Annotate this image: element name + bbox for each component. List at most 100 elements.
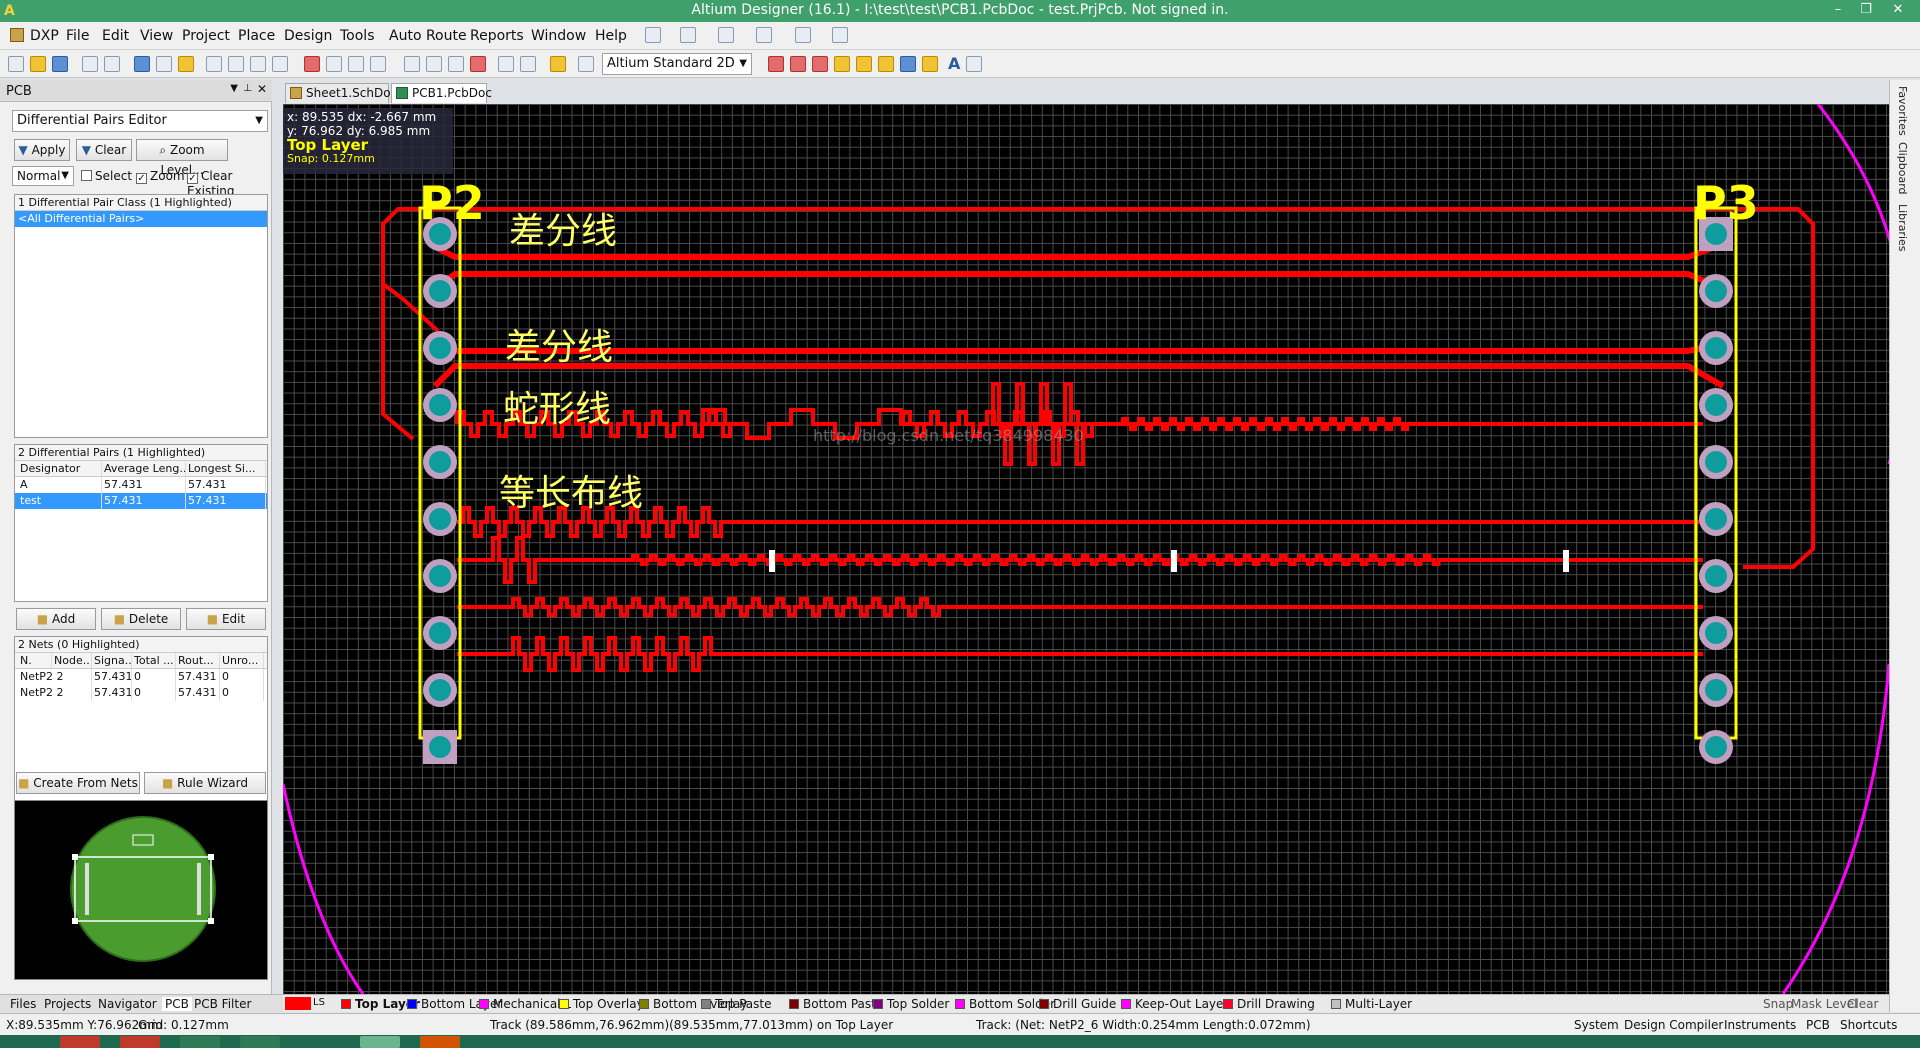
pcb-button[interactable]: PCB xyxy=(1806,1018,1830,1032)
layer-tab[interactable]: Multi-Layer xyxy=(1331,997,1412,1011)
measure-tool-icon[interactable] xyxy=(756,27,772,43)
menu-help[interactable]: Help xyxy=(595,28,627,44)
select-checkbox[interactable]: Select xyxy=(81,169,132,183)
column-header[interactable]: Designator xyxy=(18,461,102,476)
zoom-area-icon[interactable] xyxy=(228,56,244,72)
text-icon[interactable]: A xyxy=(948,54,960,73)
grid-tool-icon[interactable] xyxy=(832,27,848,43)
layer-tab[interactable]: Drill Drawing xyxy=(1223,997,1315,1011)
menu-reports[interactable]: Reports xyxy=(470,28,524,44)
zoom-previous-icon[interactable] xyxy=(272,56,288,72)
tab-clipboard[interactable]: Clipboard xyxy=(1896,142,1909,195)
layer-tab[interactable]: Bottom Paste xyxy=(789,997,883,1011)
zoom-checkbox[interactable]: ✓ Zoom xyxy=(136,169,185,184)
panel-close-icon[interactable]: ✕ xyxy=(257,82,267,96)
component-icon[interactable] xyxy=(966,56,982,72)
panel-tab-pcb-filter[interactable]: PCB Filter xyxy=(194,997,251,1011)
tab-pcb1[interactable]: PCB1.PcbDoc xyxy=(391,83,492,103)
design-compiler-button[interactable]: Design Compiler xyxy=(1624,1018,1723,1032)
route-tool-icon[interactable] xyxy=(645,27,661,43)
layer-tab[interactable]: Top Overlay xyxy=(559,997,644,1011)
menu-file[interactable]: File xyxy=(66,28,89,44)
rule-wizard-button[interactable]: ■ Rule Wizard xyxy=(144,772,266,794)
pcb-canvas[interactable]: x: 89.535 dx: -2.667 mm y: 76.962 dy: 6.… xyxy=(283,104,1889,994)
tab-sheet1[interactable]: Sheet1.SchDoc xyxy=(285,83,397,103)
polygon-icon[interactable] xyxy=(922,56,938,72)
edit-button[interactable]: ■ Edit xyxy=(186,608,266,630)
selection-handle[interactable] xyxy=(1171,550,1177,572)
table-row[interactable]: test 57.431 57.431 xyxy=(15,493,267,509)
layer-tab[interactable]: Keep-Out Layer xyxy=(1121,997,1228,1011)
multi-route-icon[interactable] xyxy=(812,56,828,72)
filter-mode-select[interactable]: Normal ▼ xyxy=(12,166,74,186)
layer-bar-clear-button[interactable]: Clear xyxy=(1847,997,1878,1011)
column-header[interactable]: Average Leng... xyxy=(102,461,186,476)
taskbar-app-icon[interactable] xyxy=(420,1036,460,1048)
create-from-nets-button[interactable]: ■ Create From Nets xyxy=(16,772,140,794)
current-layer-swatch[interactable] xyxy=(285,997,311,1010)
shortcuts-button[interactable]: Shortcuts xyxy=(1840,1018,1897,1032)
column-header[interactable]: Longest Si... xyxy=(186,461,266,476)
table-row[interactable]: A 57.431 57.431 xyxy=(15,477,267,493)
panel-tab-files[interactable]: Files xyxy=(10,997,36,1011)
zoom-level-button[interactable]: ⌕ Zoom Level... xyxy=(136,139,228,177)
layer-set-label[interactable]: LS xyxy=(313,997,325,1008)
zoom-select-icon[interactable] xyxy=(250,56,266,72)
column-header[interactable]: Rout... xyxy=(176,653,220,668)
delete-button[interactable]: ■ Delete xyxy=(101,608,181,630)
add-button[interactable]: ■ Add xyxy=(16,608,96,630)
align-tool-icon[interactable] xyxy=(680,27,696,43)
tab-libraries[interactable]: Libraries xyxy=(1896,204,1909,252)
board-minimap[interactable] xyxy=(14,800,268,980)
undo-icon[interactable] xyxy=(498,56,514,72)
arc-icon[interactable] xyxy=(878,56,894,72)
column-header[interactable]: Total ... xyxy=(132,653,176,668)
cut-icon[interactable] xyxy=(304,56,320,72)
panel-mode-select[interactable]: Differential Pairs Editor ▼ xyxy=(12,110,268,132)
column-header[interactable]: Node... xyxy=(52,653,92,668)
taskbar-app-icon[interactable] xyxy=(180,1036,220,1048)
clear-button[interactable]: ▼ Clear xyxy=(76,139,132,161)
taskbar-app-icon[interactable] xyxy=(60,1036,100,1048)
layer-tab[interactable]: Top Solder xyxy=(873,997,949,1011)
highlight-icon[interactable] xyxy=(550,56,566,72)
menu-place[interactable]: Place xyxy=(238,28,275,44)
room-tool-icon[interactable] xyxy=(795,27,811,43)
instruments-button[interactable]: Instruments xyxy=(1724,1018,1796,1032)
menu-window[interactable]: Window xyxy=(531,28,586,44)
print-icon[interactable] xyxy=(82,56,98,72)
menu-design[interactable]: Design xyxy=(284,28,332,44)
3d-view-icon[interactable] xyxy=(134,56,150,72)
redo-icon[interactable] xyxy=(520,56,536,72)
copy-icon[interactable] xyxy=(326,56,342,72)
tab-favorites[interactable]: Favorites xyxy=(1896,86,1909,136)
move-icon[interactable] xyxy=(426,56,442,72)
menu-project[interactable]: Project xyxy=(182,28,230,44)
view-mode-select[interactable]: Altium Standard 2D ▼ xyxy=(602,53,752,75)
rubber-stamp-icon[interactable] xyxy=(370,56,386,72)
diff-pair-route-icon[interactable] xyxy=(790,56,806,72)
clear-filter-icon[interactable] xyxy=(470,56,486,72)
menu-edit[interactable]: Edit xyxy=(102,28,129,44)
apply-button[interactable]: ▼ Apply xyxy=(14,139,70,161)
selection-handle[interactable] xyxy=(1563,550,1569,572)
panel-tab-pcb[interactable]: PCB xyxy=(162,997,192,1011)
menu-view[interactable]: View xyxy=(140,28,173,44)
save-icon[interactable] xyxy=(52,56,68,72)
taskbar-app-icon[interactable] xyxy=(360,1036,400,1048)
select-area-icon[interactable] xyxy=(404,56,420,72)
menu-dxp[interactable]: DXP xyxy=(30,28,59,44)
column-header[interactable]: N. xyxy=(18,653,52,668)
pin-icon[interactable]: ⊥ xyxy=(243,83,252,94)
panel-menu-icon[interactable]: ▼ xyxy=(230,83,238,94)
list-item[interactable]: <All Differential Pairs> xyxy=(15,211,267,227)
deselect-icon[interactable] xyxy=(448,56,464,72)
layer-tab[interactable]: Drill Guide xyxy=(1039,997,1116,1011)
column-header[interactable]: Signa... xyxy=(92,653,132,668)
paste-icon[interactable] xyxy=(348,56,364,72)
minimize-button[interactable]: – xyxy=(1824,0,1852,22)
layer-bar-snap-button[interactable]: Snap xyxy=(1763,997,1793,1011)
close-button[interactable]: ✕ xyxy=(1884,0,1912,22)
system-button[interactable]: System xyxy=(1574,1018,1619,1032)
maximize-button[interactable]: ❐ xyxy=(1852,0,1880,22)
